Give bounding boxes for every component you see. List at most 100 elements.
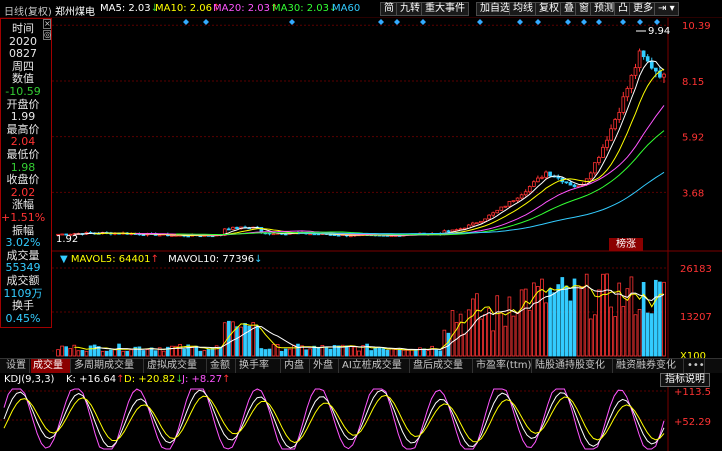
ma-line [94,68,665,237]
candle-body [471,222,475,226]
candle-body [588,172,593,180]
price-axis: 10.39 8.15 5.92 3.68 [682,21,711,199]
volume-bar [324,346,329,357]
candle-body [271,233,276,236]
volume-bar [483,314,487,357]
volume-bar [580,286,585,357]
volume-bar [442,329,447,357]
candle-body [617,112,622,120]
period-label[interactable]: 日线(复权) [4,3,52,18]
nine-turn-button[interactable]: 九转 [396,2,424,16]
indicator-help-button[interactable]: 指标说明 [660,373,710,387]
volume-bar [377,347,382,357]
kdj-chart[interactable]: +113.5 +52.29 [0,387,722,451]
event-marker-icon [596,19,602,25]
price-tick-label: 3.68 [682,188,704,199]
event-marker-icon [565,19,571,25]
event-marker-icon [183,19,189,25]
tab-12[interactable]: 融资融券变化 [614,359,684,373]
ranking-badge[interactable]: 榜涨 [609,238,643,251]
volume-bar [519,289,524,357]
volume-bar [243,323,247,357]
volume-bar [487,308,491,357]
volume-bar [503,325,508,357]
event-marker-icon [517,19,523,25]
low-price-label: 1.92 [56,234,78,245]
volume-bar [552,292,556,357]
data-info-panel: × ◎ 时间 2020 0827 周四 数值 -10.59 开盘价 1.99 最高价 2.04 最低… [0,18,52,328]
volume-bar [231,321,235,357]
candle-body [446,230,451,233]
info-row: 涨幅 [12,198,34,212]
candle-body [349,235,353,238]
ma30-label: MA30: 2.03↓ [272,3,338,14]
volume-bar [601,273,605,357]
tab-10[interactable]: 市盈率(ttm) [474,359,532,373]
info-row: 时间 [12,22,34,35]
volume-bar [369,350,373,357]
candle-body [621,96,626,113]
event-marker-icon [637,19,643,25]
ma-button[interactable]: 均线 [509,2,537,16]
volume-bar [466,309,471,357]
candle-body [491,212,495,216]
volume-bar [194,345,199,357]
kline-chart[interactable]: 10.39 8.15 5.92 3.68 26183 13207 X100 9.94 1.… [0,18,722,358]
event-marker-icon [535,19,541,25]
volume-bar [105,350,109,357]
more-button[interactable]: 更多 [629,2,657,16]
tab-4[interactable]: 金额 [208,359,236,373]
candlesticks [56,48,666,238]
tab-more[interactable]: ••• [685,359,705,373]
candle-body [157,234,162,237]
kdj-label[interactable]: KDJ(9,3,3) [4,374,54,385]
tab-6[interactable]: 内盘 [282,359,310,373]
volume-bar [344,345,349,357]
tab-1[interactable]: 成交量 [31,359,71,373]
ma-line [176,130,665,236]
volume-bar [259,348,264,357]
event-marker-icon [378,19,384,25]
candle-body [499,206,504,211]
moving-average-lines [74,60,665,237]
info-row: 数值 [12,72,34,86]
volume-bar [304,349,308,357]
adjust-button[interactable]: 复权 [535,2,563,16]
event-marker-icon [654,19,660,25]
volume-bar [609,306,613,357]
tab-9[interactable]: 盘后成交量 [411,359,473,373]
candle-body [487,214,491,220]
volume-bar [397,349,402,357]
volume-bar [56,349,60,357]
indicator-tabs: 设置 成交量 多周期成交量 虚拟成交量 金额 换手率 内盘 外盘 AI立桩成交量 盘后成交量 市盈率… [0,358,722,373]
info-row: 1.99 [10,110,36,124]
tab-2[interactable]: 多周期成交量 [72,359,144,373]
volume-bar [202,350,207,357]
volume-dropdown-icon[interactable]: ▼ [60,254,68,265]
major-events-button[interactable]: 重大事件 [421,2,469,16]
volume-bar [649,313,654,357]
tab-5[interactable]: 换手率 [237,359,281,373]
tab-3[interactable]: 虚拟成交量 [145,359,207,373]
event-marker-icon [289,19,295,25]
candle-body [227,228,231,231]
volume-bar [613,316,617,357]
info-row: 2020 [9,34,37,48]
info-row: 最高价 [6,122,40,136]
candle-body [479,220,483,224]
volume-bar [353,346,357,357]
tab-8[interactable]: AI立桩成交量 [340,359,410,373]
volume-bar [121,350,125,357]
candle-body [645,56,650,62]
tab-7[interactable]: 外盘 [311,359,339,373]
tab-11[interactable]: 陆股通持股变化 [533,359,613,373]
candle-body [593,162,597,174]
candle-body [503,205,508,208]
nav-end-icon[interactable]: ⇥ ▾ [654,2,679,16]
volume-bar [198,350,203,357]
candle-body [507,201,512,207]
volume-bar [621,305,626,357]
candle-body [649,60,654,69]
tab-0[interactable]: 设置 [4,359,30,373]
volume-bar [117,343,121,357]
